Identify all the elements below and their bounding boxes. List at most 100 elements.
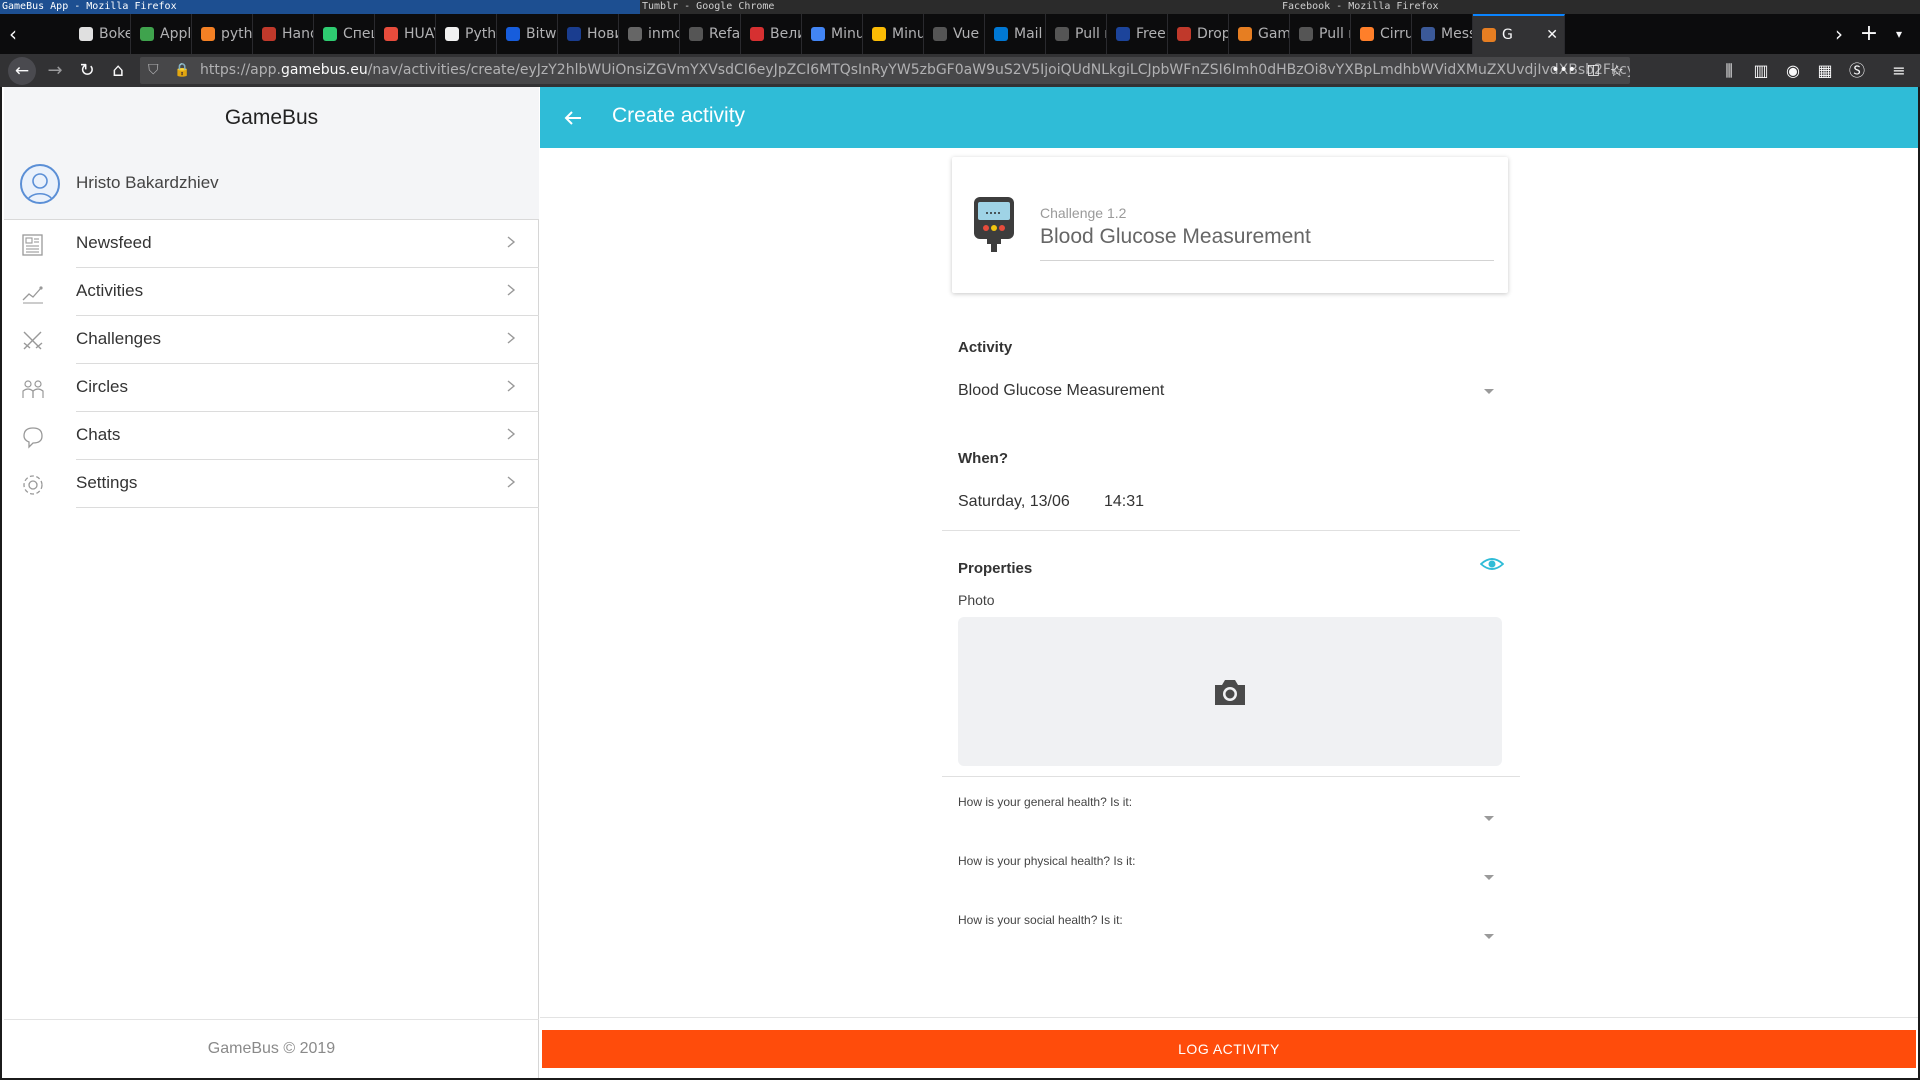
section-divider — [942, 776, 1520, 777]
sidebar-item-activities[interactable]: Activities — [4, 268, 539, 316]
sidebar-item-settings[interactable]: Settings — [4, 460, 539, 508]
close-tab-icon[interactable]: ✕ — [1546, 27, 1558, 43]
pocket-icon[interactable]: ◫ — [1587, 57, 1600, 84]
tracking-shield-icon[interactable]: ⛉ — [148, 57, 159, 84]
browser-tab[interactable]: Mail — [985, 14, 1046, 54]
tab-scroll-left-icon[interactable]: ‹ — [2, 14, 24, 54]
browser-tab-label: Cirru — [1380, 26, 1412, 42]
sync-extension-icon[interactable]: Ⓢ — [1844, 54, 1870, 87]
eye-icon[interactable] — [1480, 555, 1504, 573]
new-tab-icon[interactable]: + — [1858, 14, 1880, 54]
browser-tab[interactable]: Minu — [802, 14, 863, 54]
browser-tab[interactable]: Pull r — [1046, 14, 1107, 54]
sidebar-item-circles[interactable]: Circles — [4, 364, 539, 412]
browser-tab[interactable]: Pull r — [1290, 14, 1351, 54]
chevron-right-icon — [507, 428, 516, 440]
huawei-icon — [384, 27, 398, 41]
when-label: When? — [958, 450, 1008, 467]
section-divider — [942, 530, 1520, 531]
sidebar-item-chats[interactable]: Chats — [4, 412, 539, 460]
page-actions-icon[interactable]: ••• — [1551, 57, 1576, 84]
app-title: GameBus — [224, 106, 319, 129]
bitwarden-icon — [506, 27, 520, 41]
url-host: gamebus.eu — [281, 62, 368, 78]
when-datetime-field[interactable]: Saturday, 13/06 14:31 — [942, 482, 1520, 518]
browser-tab[interactable]: Drop — [1168, 14, 1229, 54]
newsfeed-icon — [22, 234, 43, 256]
browser-tab-label: Gam — [1258, 26, 1290, 42]
browser-tab[interactable]: Gam — [1229, 14, 1290, 54]
os-window-title-firefox-facebook[interactable]: Facebook - Mozilla Firefox — [1280, 0, 1920, 14]
browser-tab[interactable]: pyth — [192, 14, 253, 54]
back-arrow-icon[interactable] — [556, 101, 590, 135]
browser-tab-label: Minu — [892, 26, 924, 42]
os-window-bar: GameBus App - Mozilla Firefox Tumblr - G… — [0, 0, 1920, 14]
physical-health-select[interactable]: How is your physical health? Is it: — [942, 849, 1520, 897]
browser-tab[interactable]: Free — [1107, 14, 1168, 54]
browser-tab[interactable]: Bitwa — [497, 14, 558, 54]
browser-back-button[interactable]: ← — [6, 54, 38, 87]
browser-tab[interactable]: Cirru — [1351, 14, 1412, 54]
user-name[interactable]: Hristo Bakardzhiev — [76, 173, 219, 193]
browser-tab[interactable]: Mess — [1412, 14, 1473, 54]
photo-upload-area[interactable] — [958, 617, 1502, 766]
chevron-down-icon — [1484, 875, 1494, 880]
sidebar-toggle-icon[interactable]: ▥ — [1748, 54, 1774, 87]
account-icon[interactable]: ◉ — [1780, 54, 1806, 87]
challenge-card[interactable]: Challenge 1.2 Blood Glucose Measurement — [952, 157, 1508, 293]
url-bar[interactable]: ⛉ 🔒 https://app.gamebus.eu/nav/activitie… — [140, 57, 1630, 84]
browser-tab[interactable]: Boke — [70, 14, 131, 54]
browser-tab[interactable]: Refa — [680, 14, 741, 54]
browser-tab-label: Boke — [99, 26, 131, 42]
browser-tab[interactable]: Hand — [253, 14, 314, 54]
browser-tab[interactable]: Нови — [558, 14, 619, 54]
avatar[interactable] — [20, 164, 60, 204]
lock-icon[interactable]: 🔒 — [174, 57, 190, 84]
gamebus-icon — [1238, 27, 1252, 41]
hand-icon — [262, 27, 276, 41]
browser-reload-button[interactable]: ↻ — [72, 54, 102, 87]
cirrus-icon — [1360, 27, 1374, 41]
when-date[interactable]: Saturday, 13/06 — [958, 493, 1070, 511]
log-activity-button[interactable]: LOG ACTIVITY — [542, 1030, 1916, 1068]
properties-label: Properties — [958, 560, 1033, 577]
sidebar-item-challenges[interactable]: Challenges — [4, 316, 539, 364]
browser-home-button[interactable]: ⌂ — [103, 54, 133, 87]
general-health-select[interactable]: How is your general health? Is it: — [942, 790, 1520, 838]
browser-tab[interactable]: Minu — [863, 14, 924, 54]
browser-tab[interactable]: Pytho — [436, 14, 497, 54]
os-window-title-firefox-gamebus[interactable]: GameBus App - Mozilla Firefox — [0, 0, 640, 14]
social-health-select[interactable]: How is your social health? Is it: — [942, 908, 1520, 956]
github-icon — [1299, 27, 1313, 41]
hamburger-menu-icon[interactable]: ≡ — [1886, 54, 1912, 87]
gamebus-icon — [1482, 28, 1496, 42]
browser-tab[interactable]: HUAV — [375, 14, 436, 54]
browser-tab[interactable]: inmo — [619, 14, 680, 54]
bookmark-star-icon[interactable]: ☆ — [1610, 57, 1624, 84]
browser-forward-button[interactable]: → — [40, 54, 70, 87]
browser-tab-label: G — [1502, 27, 1513, 43]
camera-icon — [1215, 680, 1245, 705]
activity-select[interactable]: Blood Glucose Measurement — [942, 371, 1520, 407]
browser-tab[interactable]: Vue r — [924, 14, 985, 54]
when-time[interactable]: 14:31 — [1104, 493, 1144, 511]
browser-tab[interactable]: Вели — [741, 14, 802, 54]
library-icon[interactable]: ⫼ — [1716, 54, 1742, 87]
extension-icon[interactable]: ▦ — [1812, 54, 1838, 87]
browser-tab-active[interactable]: G ✕ — [1473, 14, 1565, 54]
page-title: Create activity — [612, 104, 746, 127]
sidebar-item-label: Chats — [76, 425, 121, 444]
settings-icon — [23, 475, 43, 495]
browser-tab-label: Hand — [282, 26, 313, 42]
os-window-title-chrome-tumblr[interactable]: Tumblr - Google Chrome — [640, 0, 1280, 14]
github-icon — [689, 27, 703, 41]
tab-scroll-right-icon[interactable]: › — [1828, 14, 1850, 54]
spec-icon — [323, 27, 337, 41]
drive-icon — [872, 27, 886, 41]
chats-icon — [23, 427, 43, 449]
browser-tab[interactable]: Appl — [131, 14, 192, 54]
tab-list-icon[interactable]: ▾ — [1888, 14, 1910, 54]
sidebar-item-newsfeed[interactable]: Newsfeed — [4, 220, 539, 268]
facebook-icon — [1421, 27, 1435, 41]
browser-tab[interactable]: Спец — [314, 14, 375, 54]
